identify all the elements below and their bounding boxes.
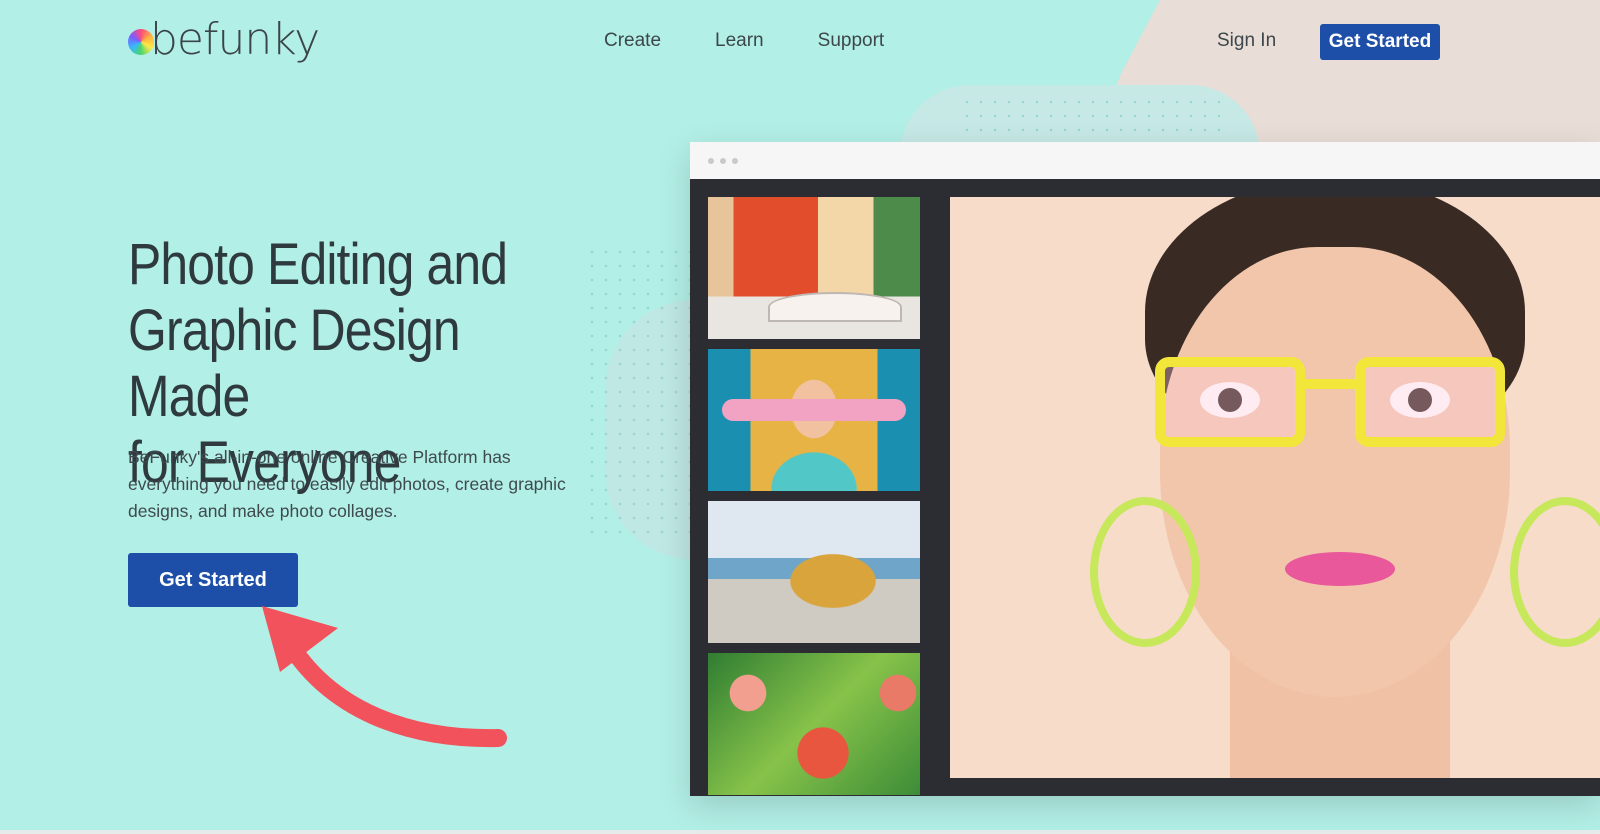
- hero-title-line: Graphic Design Made: [128, 298, 461, 429]
- befunky-logo[interactable]: befunky: [128, 14, 320, 65]
- thumbnail-strip: [708, 197, 920, 795]
- nav-support[interactable]: Support: [818, 30, 885, 52]
- hero-get-started-button[interactable]: Get Started: [128, 553, 298, 607]
- editor-mockup-window: [690, 142, 1600, 796]
- nav-create[interactable]: Create: [604, 30, 661, 52]
- woman-skateboard-photo: [708, 349, 920, 491]
- venice-street-photo: [708, 197, 920, 339]
- main-nav: Create Learn Support: [604, 30, 884, 52]
- window-dot-icon: [732, 157, 738, 164]
- portrait-face: [1160, 247, 1510, 697]
- cartoonized-woman-portrait: [950, 197, 1600, 778]
- logo-text: befunky: [150, 14, 320, 65]
- dot-pattern: [585, 245, 695, 545]
- mockup-title-bar: [690, 142, 1600, 179]
- window-dot-icon: [720, 157, 726, 164]
- logo-color-wheel-icon: [128, 29, 154, 55]
- hoop-earring: [1510, 497, 1600, 647]
- page-bottom-border: [0, 830, 1600, 834]
- header-get-started-button[interactable]: Get Started: [1320, 24, 1440, 60]
- mockup-body: [690, 179, 1600, 796]
- portrait-lips: [1285, 552, 1395, 586]
- annotation-arrow-icon: [262, 606, 507, 748]
- nav-learn[interactable]: Learn: [715, 30, 764, 52]
- hoop-earring: [1090, 497, 1200, 647]
- yellow-van-beach-photo: [708, 501, 920, 643]
- hero-title-line: Photo Editing and: [128, 232, 508, 297]
- window-dot-icon: [708, 157, 714, 164]
- dot-pattern: [960, 95, 1220, 139]
- glasses-bridge: [1300, 379, 1360, 389]
- hero-description: BeFunky's all-in-one online Creative Pla…: [128, 447, 566, 521]
- sign-in-link[interactable]: Sign In: [1217, 30, 1276, 52]
- glasses-lens: [1355, 357, 1505, 447]
- apple-tree-photo: [708, 653, 920, 795]
- yellow-glasses: [1155, 357, 1505, 457]
- glasses-lens: [1155, 357, 1305, 447]
